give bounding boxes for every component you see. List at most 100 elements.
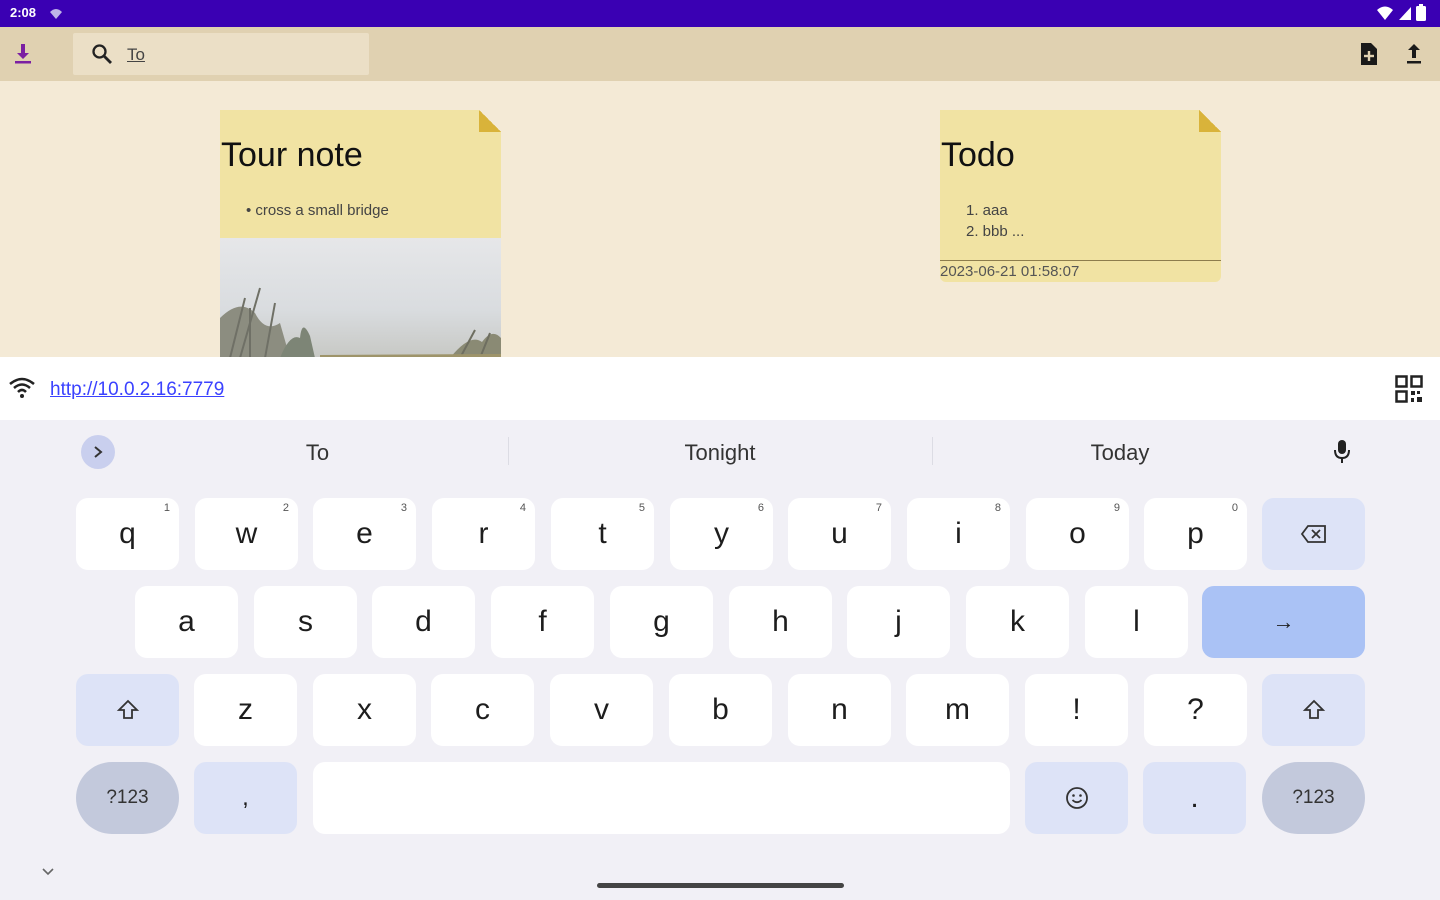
suggestion-divider xyxy=(932,437,933,465)
symbols-key-left[interactable]: ?123 xyxy=(76,762,179,834)
note-body-line: 1. aaa xyxy=(966,202,1008,219)
key-number-hint: 0 xyxy=(1231,502,1238,514)
key-i[interactable]: i8 xyxy=(907,498,1010,570)
key-y[interactable]: y6 xyxy=(670,498,773,570)
search-input[interactable] xyxy=(125,41,359,69)
key-m[interactable]: m xyxy=(906,674,1009,746)
key-s[interactable]: s xyxy=(254,586,357,658)
key-p[interactable]: p0 xyxy=(1144,498,1247,570)
qr-code-icon[interactable] xyxy=(1395,375,1423,403)
key-r[interactable]: r4 xyxy=(432,498,535,570)
backspace-icon xyxy=(1300,525,1326,543)
key-number-hint: 4 xyxy=(519,502,526,514)
shift-icon xyxy=(1302,699,1325,719)
key-t[interactable]: t5 xyxy=(551,498,654,570)
key-label: m xyxy=(945,693,970,726)
key-u[interactable]: u7 xyxy=(788,498,891,570)
navigation-handle[interactable] xyxy=(597,883,844,888)
suggestion-2[interactable]: Tonight xyxy=(650,440,790,466)
suggestion-1[interactable]: To xyxy=(290,440,345,466)
key-exclamation[interactable]: ! xyxy=(1025,674,1128,746)
shift-key-left[interactable] xyxy=(76,674,179,746)
server-bar: http://10.0.2.16:7779 xyxy=(0,357,1440,420)
key-n[interactable]: n xyxy=(788,674,891,746)
key-q[interactable]: q1 xyxy=(76,498,179,570)
microphone-icon xyxy=(1334,440,1350,463)
key-number-hint: 5 xyxy=(638,502,645,514)
key-c[interactable]: c xyxy=(431,674,534,746)
status-bar: 2:08 xyxy=(0,0,1440,27)
key-question[interactable]: ? xyxy=(1144,674,1247,746)
key-label: y xyxy=(714,517,729,550)
app-bar xyxy=(0,27,1440,81)
landscape-image-icon xyxy=(220,287,501,357)
key-f[interactable]: f xyxy=(491,586,594,658)
enter-key[interactable]: → xyxy=(1202,586,1365,658)
status-icons xyxy=(1376,4,1426,21)
key-number-hint: 2 xyxy=(282,502,289,514)
wifi-icon xyxy=(9,377,35,398)
key-label: n xyxy=(831,693,848,726)
key-o[interactable]: o9 xyxy=(1026,498,1129,570)
key-x[interactable]: x xyxy=(313,674,416,746)
note-image xyxy=(220,238,501,357)
space-key[interactable] xyxy=(313,762,1010,834)
folded-corner-icon xyxy=(1199,110,1221,132)
key-label: g xyxy=(653,605,670,638)
emoji-key[interactable] xyxy=(1025,762,1128,834)
key-label: a xyxy=(178,605,195,638)
key-b[interactable]: b xyxy=(669,674,772,746)
emoji-icon xyxy=(1065,787,1088,809)
backspace-key[interactable] xyxy=(1262,498,1365,570)
key-label: q xyxy=(119,517,136,550)
key-e[interactable]: e3 xyxy=(313,498,416,570)
key-label: h xyxy=(772,605,789,638)
key-l[interactable]: l xyxy=(1085,586,1188,658)
key-a[interactable]: a xyxy=(135,586,238,658)
note-body-line: 2. bbb ... xyxy=(966,223,1025,240)
key-v[interactable]: v xyxy=(550,674,653,746)
download-button[interactable] xyxy=(8,39,38,69)
key-label: u xyxy=(831,517,848,550)
search-icon xyxy=(92,44,112,64)
key-g[interactable]: g xyxy=(610,586,713,658)
upload-icon xyxy=(1407,44,1421,64)
key-label: d xyxy=(415,605,432,638)
upload-button[interactable] xyxy=(1399,39,1429,69)
note-body: • cross a small bridge xyxy=(246,200,389,221)
shift-key-right[interactable] xyxy=(1262,674,1365,746)
key-label: w xyxy=(235,517,258,550)
key-label: j xyxy=(895,605,902,638)
battery-icon xyxy=(1416,4,1426,21)
new-file-button[interactable] xyxy=(1354,39,1384,69)
note-card-todo[interactable]: Todo 1. aaa 2. bbb ... 2023-06-21 01:58:… xyxy=(940,110,1221,282)
note-date: 2023-06-21 01:58:07 xyxy=(940,260,1221,280)
suggestions-toggle-button[interactable] xyxy=(81,435,115,469)
notification-icon xyxy=(50,9,62,19)
symbols-key-right[interactable]: ?123 xyxy=(1262,762,1365,834)
key-h[interactable]: h xyxy=(729,586,832,658)
key-z[interactable]: z xyxy=(194,674,297,746)
chevron-down-icon[interactable] xyxy=(40,866,56,878)
server-url-link[interactable]: http://10.0.2.16:7779 xyxy=(50,379,224,401)
key-k[interactable]: k xyxy=(966,586,1069,658)
status-time: 2:08 xyxy=(10,5,37,20)
download-icon xyxy=(15,44,31,64)
wifi-icon xyxy=(1377,6,1393,20)
key-d[interactable]: d xyxy=(372,586,475,658)
enter-arrow-icon: → xyxy=(1272,609,1295,634)
note-body-line: • cross a small bridge xyxy=(246,202,389,219)
search-box[interactable] xyxy=(73,33,369,75)
key-w[interactable]: w2 xyxy=(195,498,298,570)
note-title: Todo xyxy=(941,136,1015,174)
note-card-tour[interactable]: Tour note • cross a small bridge xyxy=(220,110,501,357)
note-body: 1. aaa 2. bbb ... xyxy=(966,200,1024,242)
key-label: z xyxy=(238,693,253,726)
chevron-right-icon xyxy=(94,446,103,458)
suggestion-3[interactable]: Today xyxy=(1070,440,1170,466)
key-label: e xyxy=(356,517,373,550)
comma-key[interactable]: , xyxy=(194,762,297,834)
period-key[interactable]: . xyxy=(1143,762,1246,834)
signal-icon xyxy=(1399,6,1411,20)
key-j[interactable]: j xyxy=(847,586,950,658)
